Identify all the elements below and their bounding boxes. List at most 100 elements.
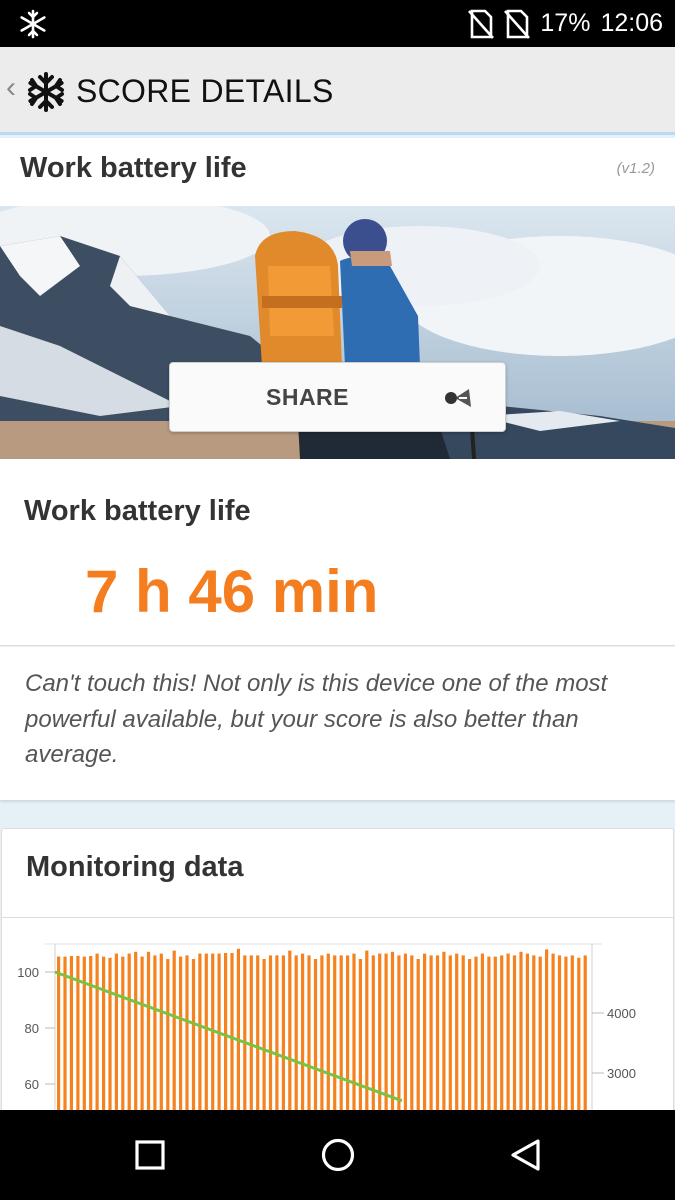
- share-button[interactable]: SHARE: [169, 362, 506, 432]
- chart-bar: [185, 955, 189, 1117]
- chart-bar: [230, 953, 234, 1117]
- chart-bar: [268, 955, 273, 1117]
- chart-bar: [114, 953, 118, 1117]
- chart-bar: [551, 953, 555, 1117]
- chart-bar: [570, 955, 574, 1117]
- back-icon[interactable]: [505, 1135, 545, 1175]
- chart-bar: [198, 953, 202, 1117]
- result-value: 7 h 46 min: [85, 558, 379, 625]
- chart-bar: [140, 956, 144, 1117]
- chart-bar: [281, 955, 285, 1117]
- battery-percent: 17%: [540, 9, 591, 37]
- chart-bar: [108, 957, 112, 1117]
- chart-bar: [179, 956, 183, 1117]
- chart-bar: [153, 955, 157, 1117]
- monitoring-title: Monitoring data: [26, 851, 244, 883]
- chart-bar: [435, 955, 440, 1117]
- chart-bar: [557, 955, 562, 1117]
- chart-bar: [577, 957, 581, 1117]
- chart-bar: [538, 956, 542, 1117]
- chart-bar: [390, 951, 395, 1117]
- left-tick-label: 100: [17, 965, 39, 980]
- share-icon: [445, 389, 471, 407]
- chart-bar: [313, 959, 318, 1117]
- left-tick-label: 60: [25, 1077, 39, 1092]
- chart-bar: [301, 953, 305, 1117]
- chart-bar: [442, 951, 446, 1117]
- chevron-left-icon[interactable]: ‹: [6, 71, 16, 105]
- chart-bar: [403, 953, 407, 1117]
- chart-bar: [346, 955, 350, 1117]
- chart-bar: [583, 955, 587, 1117]
- chart-bar: [294, 955, 298, 1117]
- chart-bar: [416, 959, 420, 1117]
- chart-bar: [487, 956, 491, 1117]
- chart-bar: [204, 953, 208, 1117]
- chart-bar: [455, 953, 459, 1117]
- chart-bar: [480, 953, 484, 1117]
- chart-bar: [236, 948, 240, 1117]
- chart-bar: [500, 955, 504, 1117]
- status-bar: 17% 12:06: [0, 0, 675, 47]
- chart-bar: [410, 955, 414, 1117]
- chart-bar: [365, 950, 369, 1117]
- chart-bar: [95, 953, 99, 1117]
- screen: 17% 12:06 ‹ SCORE DETAILS Work battery l…: [0, 0, 675, 1200]
- no-sim-icon: [468, 9, 495, 39]
- share-label: SHARE: [266, 384, 350, 410]
- chart-bar: [564, 956, 568, 1117]
- right-tick-label: 4000: [607, 1006, 636, 1021]
- chart-bar: [519, 951, 523, 1117]
- snowflake-icon: [20, 9, 46, 39]
- chart-bar: [532, 955, 536, 1117]
- description-card: Can't touch this! Not only is this devic…: [0, 647, 675, 800]
- chart-bar: [89, 956, 93, 1117]
- chart-bar: [159, 953, 163, 1117]
- chart-bar: [512, 955, 517, 1117]
- chart-bar: [320, 955, 324, 1117]
- chart-bar: [339, 955, 343, 1117]
- chart-bar: [249, 955, 253, 1117]
- monitoring-card: Monitoring data 100 80 60 4000 3000: [1, 828, 674, 1118]
- chart-bar: [262, 959, 266, 1117]
- chart-bar: [275, 955, 279, 1117]
- version-label: (v1.2): [616, 160, 655, 177]
- chart-bar: [172, 950, 176, 1117]
- status-right: 17% 12:06: [468, 0, 663, 47]
- chart-bar: [288, 950, 292, 1117]
- chart-bar: [57, 956, 61, 1117]
- chart-bar: [371, 955, 375, 1117]
- chart-bar: [493, 956, 497, 1117]
- chart-bar: [256, 955, 260, 1117]
- description-text: Can't touch this! Not only is this devic…: [25, 670, 608, 768]
- result-label: Work battery life: [24, 495, 251, 527]
- page-title: SCORE DETAILS: [76, 73, 334, 109]
- chart-bar: [352, 953, 356, 1117]
- chart-bar: [358, 959, 362, 1117]
- monitoring-chart: 100 80 60 4000 3000: [17, 943, 636, 1117]
- chart-bar: [423, 953, 427, 1117]
- clock: 12:06: [600, 9, 663, 37]
- test-title: Work battery life: [20, 152, 247, 184]
- result-card: Work battery life 7 h 46 min: [0, 459, 675, 646]
- chart-bar: [243, 955, 247, 1117]
- chart-bar: [307, 955, 311, 1117]
- chart-bar: [82, 956, 86, 1117]
- chart-bar: [191, 959, 196, 1117]
- chart-bar: [333, 955, 337, 1117]
- chart-bar: [506, 953, 510, 1117]
- chart-bar: [102, 956, 106, 1117]
- recents-icon[interactable]: [130, 1135, 170, 1175]
- chart-bar: [121, 956, 125, 1117]
- app-bar: ‹ SCORE DETAILS: [0, 47, 675, 135]
- test-header: Work battery life (v1.2): [0, 138, 675, 206]
- chart-bar: [127, 953, 131, 1117]
- chart-bar: [397, 955, 401, 1117]
- home-icon[interactable]: [318, 1135, 358, 1175]
- snowflake-icon[interactable]: [25, 71, 67, 113]
- navigation-bar: [0, 1110, 675, 1200]
- chart-bar: [474, 956, 478, 1117]
- chart-bar: [545, 949, 549, 1117]
- chart-bar: [326, 953, 330, 1117]
- chart-bar: [461, 955, 465, 1117]
